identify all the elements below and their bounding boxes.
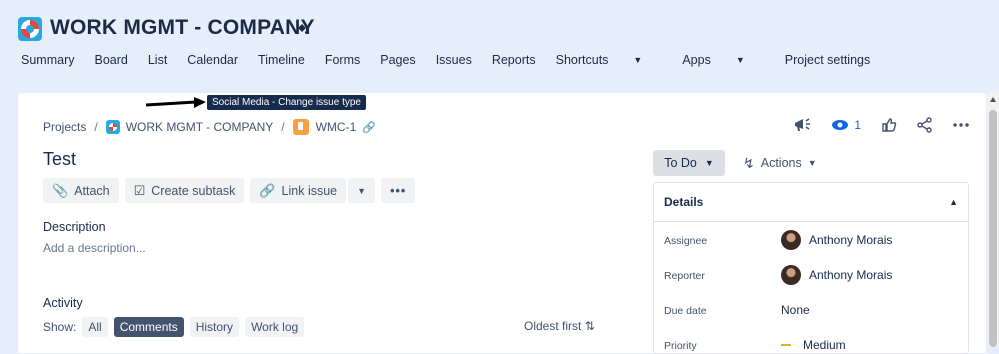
project-header: WORK MGMT - COMPANY Summary Board List C…: [0, 0, 999, 92]
project-logo-icon: [105, 120, 120, 134]
nav-reports[interactable]: Reports: [492, 53, 536, 67]
reporter-label: Reporter: [664, 270, 705, 282]
subtask-icon: ☑: [133, 182, 146, 198]
more-actions-button[interactable]: •••: [381, 178, 416, 203]
due-date-label: Due date: [664, 305, 707, 317]
nav-pages[interactable]: Pages: [380, 53, 415, 67]
nav-project-settings[interactable]: Project settings: [785, 53, 870, 67]
watch-count: 1: [854, 118, 861, 132]
nav-shortcuts[interactable]: Shortcuts ▼: [556, 53, 663, 67]
description-label: Description: [43, 220, 106, 234]
megaphone-icon[interactable]: [793, 117, 811, 133]
lightning-icon: ↯: [743, 154, 755, 171]
filter-work-log[interactable]: Work log: [245, 317, 305, 337]
annotation-arrow-icon: [146, 97, 206, 108]
details-header[interactable]: Details ▲: [654, 183, 968, 222]
nav-timeline[interactable]: Timeline: [258, 53, 305, 67]
details-panel: Details ▲ Assignee Anthony Morais Reporte…: [653, 182, 969, 354]
link-issue-label: Link issue: [281, 183, 338, 198]
due-date-field[interactable]: None: [781, 303, 810, 317]
scroll-up-arrow-icon[interactable]: [990, 97, 996, 102]
issue-top-actions: 1: [793, 117, 969, 133]
filter-all[interactable]: All: [82, 317, 108, 337]
breadcrumb-projects[interactable]: Projects: [43, 120, 86, 134]
filter-comments[interactable]: Comments: [113, 317, 184, 337]
avatar: [781, 230, 801, 250]
eye-icon: [832, 120, 849, 130]
issue-toolbar: 📎 Attach ☑ Create subtask 🔗 Link issue ▼ ••…: [43, 178, 416, 203]
nav-issues[interactable]: Issues: [436, 53, 472, 67]
sort-toggle[interactable]: Oldest first ⇅: [524, 319, 595, 333]
create-subtask-label: Create subtask: [151, 183, 236, 198]
scrollbar-thumb[interactable]: [989, 110, 997, 347]
watch-button[interactable]: 1: [831, 118, 861, 132]
assignee-name: Anthony Morais: [809, 233, 893, 247]
reporter-name: Anthony Morais: [809, 268, 893, 282]
tooltip: Social Media - Change issue type: [207, 95, 366, 110]
breadcrumb-project[interactable]: WORK MGMT - COMPANY: [126, 120, 274, 134]
actions-label: Actions: [760, 156, 802, 170]
sort-icon: ⇅: [584, 319, 595, 333]
project-title: WORK MGMT - COMPANY: [50, 16, 315, 39]
breadcrumb-issue-key[interactable]: WMC-1: [316, 120, 357, 134]
chevron-down-icon: ▼: [735, 55, 745, 65]
avatar: [781, 265, 801, 285]
link-icon: 🔗: [259, 182, 276, 198]
status-label: To Do: [664, 156, 697, 170]
link-icon[interactable]: 🔗: [362, 121, 376, 134]
priority-label: Priority: [664, 340, 697, 352]
scrollbar[interactable]: [987, 92, 999, 347]
chevron-down-icon: ▼: [633, 55, 643, 65]
share-icon[interactable]: [917, 117, 933, 133]
priority-field[interactable]: Medium: [781, 338, 846, 352]
chevron-down-icon: ▼: [357, 185, 367, 196]
project-logo-icon: [18, 17, 42, 41]
activity-label: Activity: [43, 296, 83, 310]
breadcrumb-separator: /: [281, 120, 285, 134]
issue-type-icon[interactable]: [292, 119, 309, 135]
project-nav: Summary Board List Calendar Timeline For…: [21, 53, 890, 67]
activity-filters: Show: All Comments History Work log: [43, 317, 305, 337]
link-issue-dropdown[interactable]: ▼: [348, 178, 376, 203]
actions-dropdown[interactable]: ↯ Actions ▼: [743, 150, 817, 176]
nav-list[interactable]: List: [148, 53, 167, 67]
chevron-up-icon: ▲: [949, 197, 958, 207]
issue-title[interactable]: Test: [43, 149, 76, 170]
status-dropdown[interactable]: To Do ▼: [653, 150, 725, 176]
nav-forms[interactable]: Forms: [325, 53, 360, 67]
nav-calendar[interactable]: Calendar: [187, 53, 238, 67]
show-label: Show:: [43, 320, 77, 334]
create-subtask-button[interactable]: ☑ Create subtask: [124, 178, 245, 203]
nav-apps[interactable]: Apps ▼: [682, 53, 764, 67]
link-issue-group: 🔗 Link issue ▼: [250, 178, 376, 203]
filter-history[interactable]: History: [189, 317, 240, 337]
more-icon[interactable]: [953, 123, 969, 127]
sort-label: Oldest first: [524, 319, 582, 333]
attach-label: Attach: [74, 183, 110, 198]
reporter-field[interactable]: Anthony Morais: [781, 265, 892, 285]
more-icon: •••: [390, 183, 407, 198]
priority-medium-icon: [781, 344, 791, 346]
nav-summary[interactable]: Summary: [21, 53, 74, 67]
details-heading: Details: [664, 195, 704, 209]
paint-bucket-icon[interactable]: [296, 23, 308, 35]
chevron-down-icon: ▼: [807, 158, 817, 168]
nav-apps-label: Apps: [682, 53, 711, 67]
nav-board[interactable]: Board: [94, 53, 127, 67]
priority-value: Medium: [803, 338, 846, 352]
link-issue-button[interactable]: 🔗 Link issue: [250, 178, 347, 203]
chevron-down-icon: ▼: [704, 158, 714, 168]
breadcrumb-separator: /: [94, 120, 98, 134]
assignee-label: Assignee: [664, 235, 708, 247]
paperclip-icon: 📎: [52, 182, 69, 198]
attach-button[interactable]: 📎 Attach: [43, 178, 119, 203]
breadcrumb: Projects / WORK MGMT - COMPANY / WMC-1 🔗: [43, 119, 376, 135]
description-placeholder[interactable]: Add a description...: [43, 241, 146, 255]
thumbs-up-icon[interactable]: [881, 117, 897, 133]
nav-shortcuts-label: Shortcuts: [555, 53, 609, 67]
assignee-field[interactable]: Anthony Morais: [781, 230, 892, 250]
